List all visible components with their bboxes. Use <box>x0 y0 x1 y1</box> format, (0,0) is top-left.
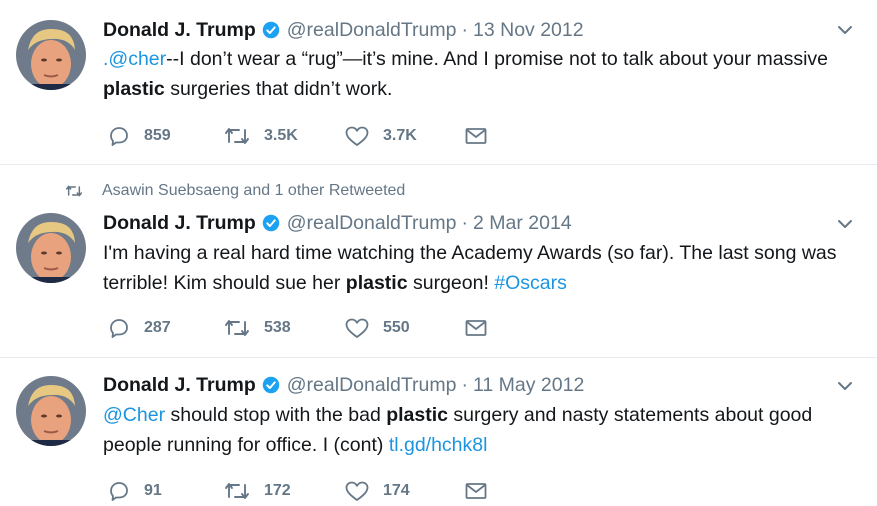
retweet-button[interactable]: 172 <box>223 479 291 503</box>
direct-message-button[interactable] <box>464 316 501 340</box>
mention-link[interactable]: .@cher <box>103 48 166 70</box>
retweet-count: 538 <box>264 319 291 336</box>
tweet-header: Donald J. Trump @realDonaldTrump · 11 Ma… <box>103 371 584 399</box>
separator-dot: · <box>461 211 469 234</box>
author-handle[interactable]: @realDonaldTrump <box>287 374 457 397</box>
heart-icon <box>345 126 369 146</box>
tweet-date[interactable]: 13 Nov 2012 <box>473 19 584 42</box>
like-button[interactable]: 550 <box>344 316 410 340</box>
mention-link[interactable]: @Cher <box>103 404 165 426</box>
like-count: 550 <box>383 319 410 336</box>
reply-count: 287 <box>144 319 171 336</box>
retweet-icon <box>65 185 83 197</box>
tweet-text-part: surgeon! <box>407 272 495 294</box>
tweet-text-part: --I don’t wear a “rug”—it’s mine. And I … <box>166 48 828 70</box>
like-button[interactable]: 174 <box>344 479 410 503</box>
heart-icon <box>345 318 369 338</box>
tweet-timeline: Donald J. Trump @realDonaldTrump · 13 No… <box>0 0 877 506</box>
author-handle[interactable]: @realDonaldTrump <box>287 212 457 235</box>
retweet-icon <box>225 483 249 499</box>
tweet-text: I'm having a real hard time watching the… <box>103 238 843 298</box>
tweet-text: .@cher--I don’t wear a “rug”—it’s mine. … <box>103 44 843 104</box>
like-count: 3.7K <box>383 127 417 144</box>
highlighted-term: plastic <box>103 78 165 100</box>
envelope-icon <box>465 128 487 144</box>
reply-button[interactable]: 91 <box>107 479 162 503</box>
tweet-text-part: should stop with the bad <box>165 404 387 426</box>
avatar-image <box>16 213 86 283</box>
tweet-text: @Cher should stop with the bad plastic s… <box>103 400 843 460</box>
direct-message-button[interactable] <box>464 479 501 503</box>
tweet[interactable]: Asawin Suebsaeng and 1 other Retweeted D… <box>0 164 877 357</box>
verified-badge-icon <box>262 214 280 232</box>
direct-message-button[interactable] <box>464 124 501 148</box>
tweet[interactable]: Donald J. Trump @realDonaldTrump · 13 No… <box>0 0 877 164</box>
verified-badge-icon <box>262 376 280 394</box>
author-name[interactable]: Donald J. Trump <box>103 19 256 42</box>
avatar-image <box>16 20 86 90</box>
avatar[interactable] <box>16 213 86 283</box>
reply-icon <box>110 127 128 146</box>
avatar[interactable] <box>16 20 86 90</box>
retweet-button[interactable]: 538 <box>223 316 291 340</box>
reply-count: 91 <box>144 482 162 499</box>
like-count: 174 <box>383 482 410 499</box>
retweet-count: 172 <box>264 482 291 499</box>
highlighted-term: plastic <box>345 272 408 294</box>
chevron-down-icon[interactable] <box>835 214 855 234</box>
chevron-down-icon[interactable] <box>835 376 855 396</box>
tweet-header: Donald J. Trump @realDonaldTrump · 2 Mar… <box>103 209 572 237</box>
retweet-context-text[interactable]: Asawin Suebsaeng and 1 other Retweeted <box>102 182 405 200</box>
reply-button[interactable]: 859 <box>107 124 171 148</box>
retweet-icon <box>225 320 249 336</box>
reply-icon <box>110 482 128 501</box>
tweet-header: Donald J. Trump @realDonaldTrump · 13 No… <box>103 16 584 44</box>
heart-icon <box>345 481 369 501</box>
hashtag-link[interactable]: #Oscars <box>494 272 567 294</box>
verified-badge-icon <box>262 21 280 39</box>
retweet-icon <box>225 128 249 144</box>
tweet-text-part: surgeries that didn’t work. <box>164 78 393 100</box>
like-button[interactable]: 3.7K <box>344 124 417 148</box>
author-name[interactable]: Donald J. Trump <box>103 374 256 397</box>
retweet-button[interactable]: 3.5K <box>223 124 298 148</box>
author-handle[interactable]: @realDonaldTrump <box>287 19 457 42</box>
chevron-down-icon[interactable] <box>835 20 855 40</box>
reply-icon <box>110 319 128 338</box>
tweet[interactable]: Donald J. Trump @realDonaldTrump · 11 Ma… <box>0 357 877 506</box>
separator-dot: · <box>461 373 469 396</box>
author-name[interactable]: Donald J. Trump <box>103 212 256 235</box>
tweet-date[interactable]: 11 May 2012 <box>473 374 584 397</box>
tweet-date[interactable]: 2 Mar 2014 <box>473 212 572 235</box>
envelope-icon <box>465 483 487 499</box>
highlighted-term: plastic <box>386 404 448 426</box>
avatar[interactable] <box>16 376 86 446</box>
avatar-image <box>16 376 86 446</box>
reply-button[interactable]: 287 <box>107 316 171 340</box>
retweet-context: Asawin Suebsaeng and 1 other Retweeted <box>63 180 405 202</box>
reply-count: 859 <box>144 127 171 144</box>
separator-dot: · <box>461 18 469 41</box>
retweet-count: 3.5K <box>264 127 298 144</box>
envelope-icon <box>465 320 487 336</box>
url-link[interactable]: tl.gd/hchk8l <box>389 434 488 456</box>
